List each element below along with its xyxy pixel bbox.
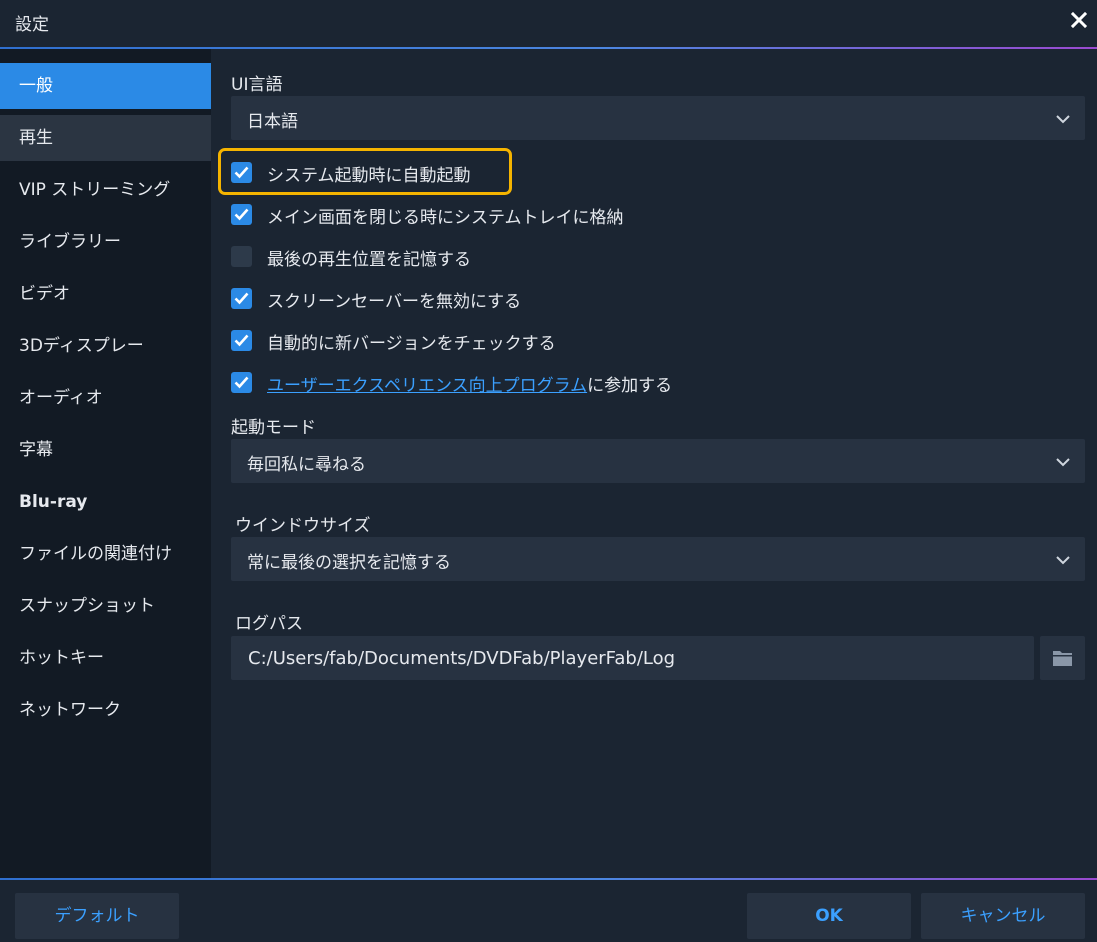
sidebar-item-subtitles[interactable]: 字幕 bbox=[0, 427, 211, 473]
browse-folder-button[interactable] bbox=[1040, 636, 1085, 680]
check-updates-checkbox[interactable] bbox=[231, 330, 252, 351]
disable-screensaver-label: スクリーンセーバーを無効にする bbox=[267, 292, 522, 312]
sidebar-item-hotkeys[interactable]: ホットキー bbox=[0, 635, 211, 681]
sidebar-item-vip-streaming[interactable]: VIP ストリーミング bbox=[0, 167, 211, 213]
startup-mode-label: 起動モード bbox=[231, 418, 316, 438]
auto-start-label: システム起動時に自動起動 bbox=[267, 166, 471, 186]
remember-position-label: 最後の再生位置を記憶する bbox=[267, 250, 471, 270]
ui-language-label: UI言語 bbox=[231, 75, 283, 95]
settings-panel: UI言語 日本語 システム起動時に自動起動 メイン画面を閉じる時にシステムトレイ… bbox=[211, 49, 1097, 878]
ux-program-suffix: に参加する bbox=[587, 376, 673, 396]
sidebar-item-playback[interactable]: 再生 bbox=[0, 115, 211, 161]
log-path-label: ログパス bbox=[235, 614, 303, 634]
sidebar-item-audio[interactable]: オーディオ bbox=[0, 375, 211, 421]
close-icon[interactable] bbox=[1069, 10, 1089, 30]
sidebar: 一般 再生 VIP ストリーミング ライブラリー ビデオ 3Dディスプレー オー… bbox=[0, 49, 211, 878]
sidebar-item-library[interactable]: ライブラリー bbox=[0, 219, 211, 265]
sidebar-item-file-association[interactable]: ファイルの関連付け bbox=[0, 531, 211, 577]
title-bar: 設定 bbox=[0, 0, 1097, 48]
sidebar-item-video[interactable]: ビデオ bbox=[0, 271, 211, 317]
window-size-value: 常に最後の選択を記憶する bbox=[247, 553, 451, 573]
auto-start-checkbox[interactable] bbox=[231, 162, 252, 183]
folder-icon bbox=[1053, 651, 1072, 666]
cancel-button[interactable]: キャンセル bbox=[921, 893, 1085, 939]
log-path-input[interactable] bbox=[231, 636, 1034, 680]
ux-program-checkbox[interactable] bbox=[231, 372, 252, 393]
minimize-to-tray-checkbox[interactable] bbox=[231, 204, 252, 225]
startup-mode-select[interactable]: 毎回私に尋ねる bbox=[231, 439, 1085, 483]
chevron-down-icon bbox=[1055, 454, 1071, 468]
sidebar-item-snapshot[interactable]: スナップショット bbox=[0, 583, 211, 629]
ux-program-link[interactable]: ユーザーエクスペリエンス向上プログラム bbox=[267, 376, 587, 396]
sidebar-item-3d-display[interactable]: 3Dディスプレー bbox=[0, 323, 211, 369]
sidebar-item-general[interactable]: 一般 bbox=[0, 63, 211, 109]
chevron-down-icon bbox=[1055, 552, 1071, 566]
chevron-down-icon bbox=[1055, 111, 1071, 125]
sidebar-item-network[interactable]: ネットワーク bbox=[0, 687, 211, 733]
footer: デフォルト OK キャンセル bbox=[0, 880, 1097, 942]
minimize-to-tray-label: メイン画面を閉じる時にシステムトレイに格納 bbox=[267, 208, 624, 228]
ok-button[interactable]: OK bbox=[747, 893, 911, 939]
remember-position-checkbox[interactable] bbox=[231, 246, 252, 267]
check-updates-label: 自動的に新バージョンをチェックする bbox=[267, 334, 556, 354]
ui-language-select[interactable]: 日本語 bbox=[231, 96, 1085, 140]
window-size-select[interactable]: 常に最後の選択を記憶する bbox=[231, 537, 1085, 581]
default-button[interactable]: デフォルト bbox=[15, 893, 179, 939]
window-size-label: ウインドウサイズ bbox=[235, 516, 371, 536]
startup-mode-value: 毎回私に尋ねる bbox=[247, 455, 366, 475]
log-path-field bbox=[231, 636, 1034, 680]
sidebar-item-blu-ray[interactable]: Blu-ray bbox=[0, 479, 211, 525]
window-title: 設定 bbox=[15, 15, 49, 35]
disable-screensaver-checkbox[interactable] bbox=[231, 288, 252, 309]
ux-program-label: ユーザーエクスペリエンス向上プログラムに参加する bbox=[267, 371, 672, 396]
ui-language-value: 日本語 bbox=[247, 112, 298, 132]
